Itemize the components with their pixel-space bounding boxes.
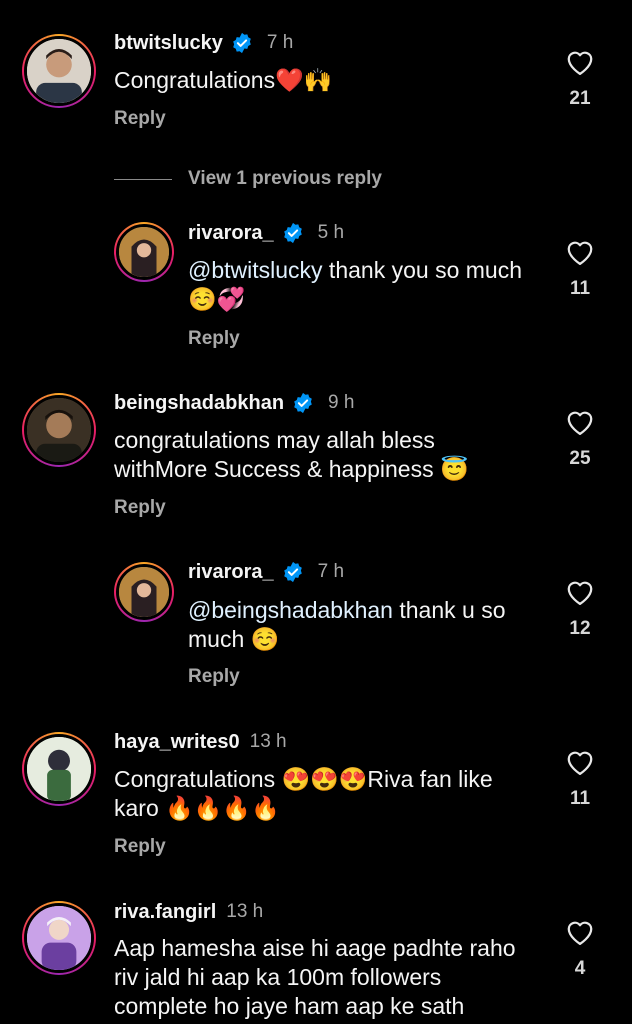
verified-badge-icon (233, 32, 251, 54)
timestamp: 13 h (226, 901, 264, 922)
username[interactable]: riva.fangirl (114, 901, 216, 924)
like-count: 11 (569, 278, 591, 299)
heart-icon[interactable] (565, 578, 595, 606)
reply-button[interactable]: Reply (114, 108, 166, 130)
comment-text: congratulations may allah bless withMore… (114, 427, 469, 482)
timestamp: 9 h (328, 392, 355, 413)
comment-text: Aap hamesha aise hi aage padhte raho riv… (114, 935, 516, 1019)
verified-badge-icon (283, 561, 302, 583)
username[interactable]: beingshadabkhan (114, 392, 284, 415)
heart-icon[interactable] (565, 748, 595, 776)
view-previous-label: View 1 previous reply (188, 168, 382, 189)
username[interactable]: haya_writes0 (114, 731, 240, 754)
like-button[interactable]: 25 (564, 408, 596, 470)
verified-badge-icon (294, 392, 312, 414)
comment-text: Congratulations❤️🙌 (114, 67, 333, 93)
mention-link[interactable]: @btwitslucky (188, 257, 323, 283)
avatar-ring[interactable] (22, 732, 96, 806)
timestamp: 13 h (249, 731, 287, 752)
avatar-ring[interactable] (22, 901, 96, 975)
timestamp: 7 h (266, 32, 294, 53)
heart-icon[interactable] (565, 238, 595, 266)
like-button[interactable]: 11 (564, 748, 596, 810)
avatar[interactable] (24, 903, 94, 973)
reply-button[interactable]: Reply (114, 836, 166, 858)
comment-text: @btwitslucky thank you so much ☺️💞 (188, 256, 538, 314)
like-button[interactable]: 21 (564, 48, 596, 110)
comment-text: Congratulations 😍😍😍Riva fan like karo 🔥🔥… (114, 766, 493, 821)
avatar[interactable] (24, 36, 94, 106)
like-count: 21 (569, 88, 591, 109)
like-count: 12 (569, 618, 591, 639)
avatar-ring[interactable] (114, 562, 174, 622)
verified-badge-icon (283, 222, 302, 244)
view-previous-replies[interactable]: View 1 previous reply (114, 168, 382, 190)
reply-button[interactable]: Reply (114, 497, 166, 519)
heart-icon[interactable] (565, 48, 595, 76)
like-button[interactable]: 12 (564, 578, 596, 640)
avatar-ring[interactable] (22, 34, 96, 108)
username[interactable]: rivarora_ (188, 561, 274, 584)
avatar[interactable] (116, 564, 172, 620)
like-count: 4 (574, 958, 586, 979)
timestamp: 7 h (317, 561, 345, 582)
avatar[interactable] (116, 224, 172, 280)
username[interactable]: rivarora_ (188, 222, 274, 245)
reply-button[interactable]: Reply (188, 328, 240, 350)
like-count: 11 (569, 788, 591, 809)
heart-icon[interactable] (565, 408, 595, 436)
avatar[interactable] (24, 734, 94, 804)
like-button[interactable]: 4 (564, 918, 596, 980)
heart-icon[interactable] (565, 918, 595, 946)
divider-line (114, 178, 172, 180)
mention-link[interactable]: @beingshadabkhan (188, 597, 393, 623)
timestamp: 5 h (317, 222, 345, 243)
username[interactable]: btwitslucky (114, 32, 223, 55)
like-button[interactable]: 11 (564, 238, 596, 300)
comment-text: @beingshadabkhan thank u so much ☺️ (188, 596, 538, 654)
avatar[interactable] (24, 395, 94, 465)
like-count: 25 (569, 448, 591, 469)
avatar-ring[interactable] (22, 393, 96, 467)
avatar-ring[interactable] (114, 222, 174, 282)
reply-button[interactable]: Reply (188, 666, 240, 688)
